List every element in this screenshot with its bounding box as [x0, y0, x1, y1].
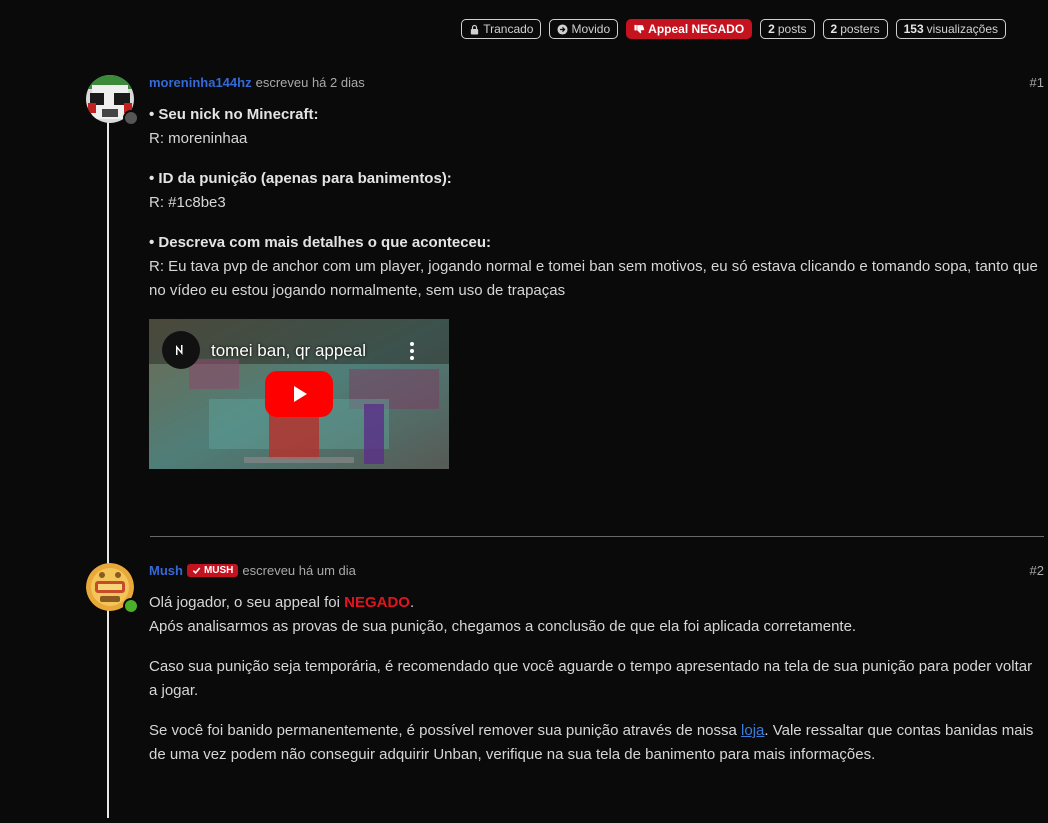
channel-logo-icon: [176, 345, 183, 355]
views-count-badge: 153 visualizações: [895, 19, 1006, 39]
username-link[interactable]: moreninha144hz: [149, 75, 252, 90]
store-link[interactable]: loja: [741, 722, 764, 739]
youtube-embed[interactable]: tomei ban, qr appeal: [149, 319, 449, 469]
username-link[interactable]: Mush: [149, 563, 183, 578]
video-title[interactable]: tomei ban, qr appeal: [211, 339, 366, 363]
answer-details: R: Eu tava pvp de anchor com um player, …: [149, 258, 1038, 299]
post-number[interactable]: #1: [1030, 75, 1044, 90]
arrow-right-circle-icon: [557, 23, 569, 35]
play-button[interactable]: [265, 371, 333, 417]
appeal-denied-badge: Appeal NEGADO: [626, 19, 753, 39]
post-1: moreninha144hz escreveu há 2 dias #1 • S…: [86, 75, 1044, 495]
user-status-dot: [123, 110, 139, 126]
question-nick: • Seu nick no Minecraft:: [149, 106, 319, 123]
lock-icon: [471, 24, 479, 35]
post-content: Olá jogador, o seu appeal foi NEGADO. Ap…: [149, 591, 1044, 783]
locked-badge: Trancado: [461, 19, 542, 39]
post-timestamp[interactable]: escreveu há 2 dias: [256, 75, 365, 90]
topic-badges: Trancado Movido Appeal NEGADO 2 posts 2 po…: [461, 19, 1006, 39]
video-menu-icon[interactable]: [409, 341, 415, 369]
channel-avatar[interactable]: [162, 331, 200, 369]
post-2: Mush MUSH escreveu há um dia #2 Olá joga…: [86, 563, 1044, 823]
answer-punishment-id: R: #1c8be3: [149, 194, 226, 211]
denied-text: NEGADO: [344, 594, 410, 611]
question-punishment-id: • ID da punição (apenas para banimentos)…: [149, 170, 452, 187]
staff-tag: MUSH: [186, 564, 239, 577]
post-divider: [150, 536, 1044, 537]
user-status-dot: [123, 598, 139, 614]
moved-badge: Movido: [549, 19, 619, 39]
post-timestamp[interactable]: escreveu há um dia: [242, 563, 355, 578]
answer-nick: R: moreninhaa: [149, 130, 248, 147]
question-details: • Descreva com mais detalhes o que acont…: [149, 234, 492, 251]
posts-count-badge: 2 posts: [760, 19, 815, 39]
play-icon: [294, 386, 307, 402]
post-header: Mush MUSH escreveu há um dia: [149, 563, 356, 578]
post-number[interactable]: #2: [1030, 563, 1044, 578]
thumbs-down-icon: [634, 24, 645, 33]
check-icon: [192, 567, 201, 575]
post-header: moreninha144hz escreveu há 2 dias: [149, 75, 365, 90]
temporary-punishment-text: Caso sua punição seja temporária, é reco…: [149, 658, 1033, 699]
post-content: • Seu nick no Minecraft: R: moreninhaa • …: [149, 103, 1044, 469]
posters-count-badge: 2 posters: [822, 19, 888, 39]
